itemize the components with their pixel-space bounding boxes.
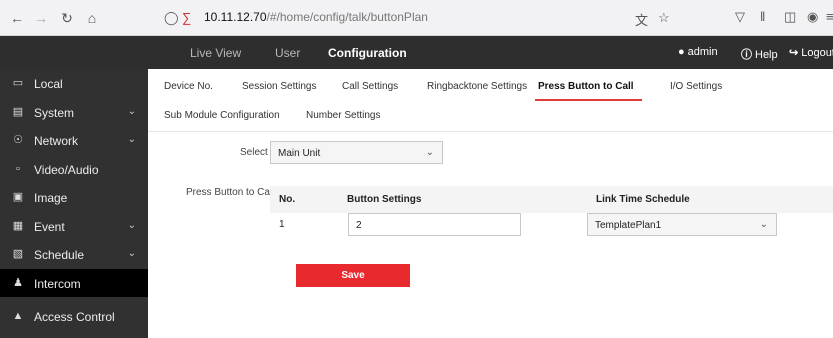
url-path: /#/home/config/talk/buttonPlan bbox=[266, 10, 428, 24]
person-icon: ♟ bbox=[13, 276, 23, 289]
lock-icon: ▲ bbox=[12, 310, 24, 322]
schedule-select-value: TemplatePlan1 bbox=[595, 220, 662, 231]
logout-button[interactable]: ↪ Logout bbox=[789, 46, 833, 59]
sidebar: ▭ Local ▤ System ⌄ ☉ Network ⌄ ▫ Video/A… bbox=[0, 69, 148, 338]
help-button[interactable]: ⓘ Help bbox=[741, 46, 778, 62]
app-top-nav: Live View User Configuration ● admin ⓘ Hel… bbox=[0, 36, 833, 69]
nav-user[interactable]: User bbox=[275, 46, 300, 60]
star-icon[interactable]: ☆ bbox=[658, 10, 670, 26]
tab-device-no[interactable]: Device No. bbox=[164, 81, 213, 92]
section-label: Press Button to Call bbox=[186, 187, 275, 198]
sidebar-item-label: Access Control bbox=[34, 310, 115, 324]
window-icon: ▤ bbox=[12, 105, 24, 118]
sidebar-item-label: Event bbox=[34, 219, 65, 234]
column-header-button-settings: Button Settings bbox=[347, 194, 422, 205]
url-text[interactable]: 10.11.12.70/#/home/config/talk/buttonPla… bbox=[204, 10, 428, 24]
home-icon[interactable]: ⌂ bbox=[83, 9, 101, 27]
unit-select[interactable]: Main Unit ⌄ bbox=[270, 141, 443, 164]
button-settings-input[interactable]: 2 bbox=[348, 213, 521, 236]
column-header-no: No. bbox=[279, 194, 296, 205]
monitor-icon: ▭ bbox=[12, 77, 24, 89]
user-menu[interactable]: ● admin bbox=[678, 46, 718, 58]
tab-session-settings[interactable]: Session Settings bbox=[242, 81, 317, 92]
nav-configuration[interactable]: Configuration bbox=[328, 46, 407, 60]
sidebar-item-intercom[interactable]: ♟ Intercom bbox=[0, 268, 148, 297]
schedule-select[interactable]: TemplatePlan1 ⌄ bbox=[587, 213, 777, 236]
sidebar-item-label: Video/Audio bbox=[34, 162, 99, 177]
table-header: No. Button Settings Link Time Schedule bbox=[270, 186, 833, 213]
url-host: 10.11.12.70 bbox=[204, 10, 267, 24]
tab-call-settings[interactable]: Call Settings bbox=[342, 81, 398, 92]
sidebar-item-label: Network bbox=[34, 134, 79, 148]
user-icon: ● bbox=[678, 46, 685, 58]
tab-ringbacktone-settings[interactable]: Ringbacktone Settings bbox=[427, 81, 527, 92]
tab-number-settings[interactable]: Number Settings bbox=[306, 110, 380, 121]
tab-press-button-to-call[interactable]: Press Button to Call bbox=[538, 81, 634, 92]
select-label: Select bbox=[240, 147, 268, 158]
sidebar-item-network[interactable]: ☉ Network ⌄ bbox=[0, 126, 148, 155]
chevron-down-icon: ⌄ bbox=[425, 147, 434, 158]
sidebar-item-access-control[interactable]: ▲ Access Control bbox=[0, 302, 148, 331]
user-name: admin bbox=[687, 46, 718, 58]
config-tabs bbox=[148, 69, 833, 132]
globe-icon: ☉ bbox=[13, 134, 23, 146]
tab-io-settings[interactable]: I/O Settings bbox=[670, 81, 722, 92]
translate-icon[interactable]: 文 bbox=[635, 10, 648, 29]
info-icon: ⓘ bbox=[741, 49, 752, 61]
chevron-down-icon: ⌄ bbox=[127, 134, 136, 145]
sidebar-item-local[interactable]: ▭ Local bbox=[0, 69, 148, 98]
sidebar-item-label: System bbox=[34, 105, 75, 120]
column-header-link-time-schedule: Link Time Schedule bbox=[596, 194, 690, 205]
save-button[interactable]: Save bbox=[296, 264, 410, 287]
sidebar-item-image[interactable]: ▣ Image bbox=[0, 183, 148, 212]
active-tab-indicator bbox=[535, 99, 642, 101]
sidebar-item-label: Intercom bbox=[34, 276, 81, 291]
sidebar-item-schedule[interactable]: ▧ Schedule ⌄ bbox=[0, 240, 148, 269]
chevron-down-icon: ⌄ bbox=[759, 219, 768, 230]
reload-icon[interactable]: ↻ bbox=[58, 9, 76, 27]
library-icon[interactable]: ‖ bbox=[760, 9, 765, 24]
logout-label: Logout bbox=[801, 47, 833, 59]
chevron-down-icon: ⌄ bbox=[127, 105, 136, 117]
chevron-down-icon: ⌄ bbox=[127, 248, 136, 259]
forward-icon[interactable]: → bbox=[32, 9, 50, 27]
nav-live-view[interactable]: Live View bbox=[190, 46, 241, 60]
clipboard-icon: ▦ bbox=[12, 219, 24, 232]
back-icon[interactable]: ← bbox=[8, 9, 26, 27]
unit-select-value: Main Unit bbox=[278, 148, 321, 159]
lock-icon[interactable]: ∑ bbox=[182, 10, 191, 25]
sidebar-item-event[interactable]: ▦ Event ⌄ bbox=[0, 212, 148, 241]
tab-sub-module-configuration[interactable]: Sub Module Configuration bbox=[164, 110, 280, 121]
chevron-down-icon: ⌄ bbox=[127, 219, 136, 231]
camera-icon: ▫ bbox=[16, 162, 20, 175]
help-label: Help bbox=[755, 49, 778, 61]
shield-icon[interactable]: ◯ bbox=[164, 10, 179, 26]
sidebar-item-label: Local bbox=[34, 77, 63, 91]
logout-icon: ↪ bbox=[789, 47, 799, 59]
address-bar[interactable]: ◯ ∑ 10.11.12.70/#/home/config/talk/butto… bbox=[150, 6, 710, 30]
row-number: 1 bbox=[279, 219, 285, 230]
pocket-icon[interactable]: ▽ bbox=[735, 9, 745, 25]
sidebar-icon[interactable]: ◫ bbox=[784, 9, 796, 25]
sidebar-item-system[interactable]: ▤ System ⌄ bbox=[0, 98, 148, 127]
sidebar-item-label: Schedule bbox=[34, 248, 85, 262]
sidebar-item-video-audio[interactable]: ▫ Video/Audio bbox=[0, 155, 148, 184]
menu-icon[interactable]: ≡ bbox=[826, 9, 833, 24]
calendar-icon: ▧ bbox=[12, 248, 24, 260]
account-icon[interactable]: ◉ bbox=[807, 9, 818, 25]
sidebar-item-label: Image bbox=[34, 191, 68, 205]
browser-toolbar: ← → ↻ ⌂ ◯ ∑ 10.11.12.70/#/home/config/ta… bbox=[0, 0, 833, 36]
image-icon: ▣ bbox=[12, 191, 24, 203]
